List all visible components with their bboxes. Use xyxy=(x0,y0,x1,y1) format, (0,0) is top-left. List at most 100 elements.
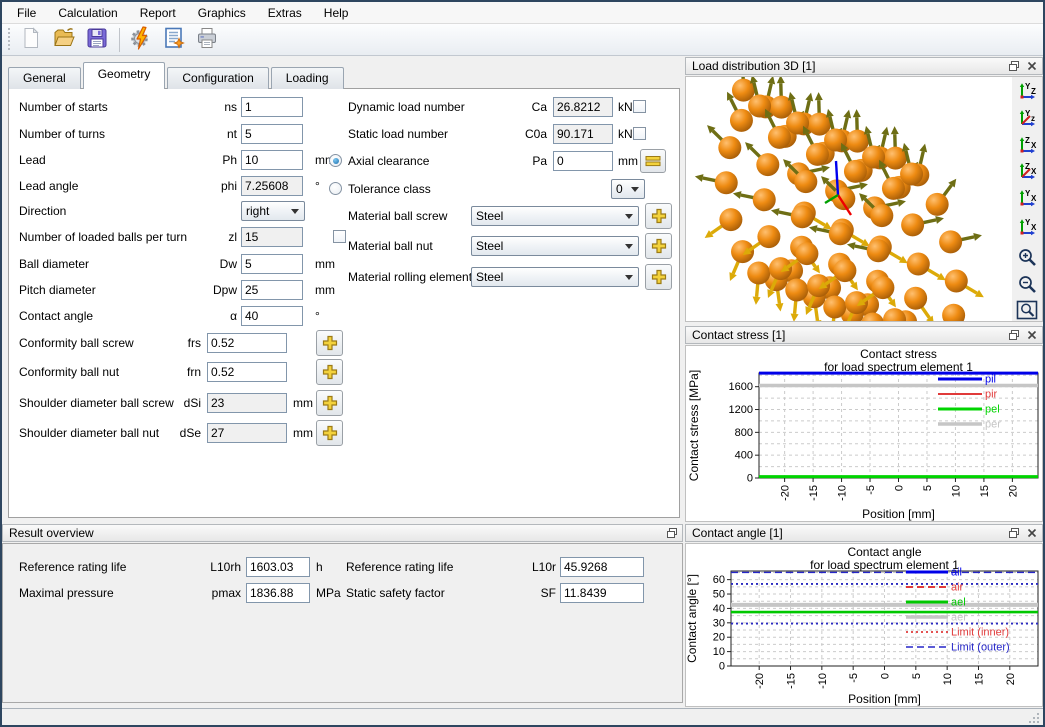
field-label: Material ball nut xyxy=(348,239,433,253)
float-icon[interactable] xyxy=(664,526,680,540)
float-icon[interactable] xyxy=(1006,526,1022,540)
tab-general[interactable]: General xyxy=(8,67,81,89)
view-zy-icon[interactable]: Yz xyxy=(1015,108,1039,131)
unit-label: mm xyxy=(293,396,313,410)
menu-file[interactable]: File xyxy=(8,4,45,22)
svg-text:-20: -20 xyxy=(754,673,766,689)
plus-button-conformity-ball-screw[interactable] xyxy=(316,330,343,356)
view-yz-icon[interactable]: YZ xyxy=(1015,81,1039,104)
svg-text:X: X xyxy=(1031,194,1037,203)
svg-text:400: 400 xyxy=(735,450,753,462)
result-l10rh[interactable] xyxy=(246,557,310,577)
unit-label: h xyxy=(316,560,323,574)
symbol-label: SF xyxy=(508,586,556,600)
plus-button-material-ball-nut[interactable] xyxy=(645,233,672,259)
float-icon[interactable] xyxy=(1006,59,1022,73)
field-label: Tolerance class xyxy=(348,182,431,196)
menu-calculation[interactable]: Calculation xyxy=(49,4,126,22)
svg-text:for load spectrum element 1: for load spectrum element 1 xyxy=(810,558,959,572)
input-contact-angle[interactable] xyxy=(241,306,303,326)
svg-text:Contact angle: Contact angle xyxy=(847,545,921,559)
menubar: FileCalculation ReportGraphicsExtrasHelp xyxy=(2,2,1043,24)
form-row-conformity-ball-nut: Conformity ball nutfrn xyxy=(9,362,679,382)
clearance-bars-icon xyxy=(645,154,661,168)
input-static-load-number[interactable] xyxy=(553,124,613,144)
radio-tolerance-class[interactable] xyxy=(329,182,342,195)
svg-text:Contact stress: Contact stress xyxy=(860,347,937,361)
select-tolerance-class[interactable]: 0 xyxy=(611,179,645,199)
input-dynamic-load-number[interactable] xyxy=(553,97,613,117)
menu-help[interactable]: Help xyxy=(315,4,358,22)
chevron-down-icon xyxy=(625,244,633,249)
svg-text:z: z xyxy=(1031,114,1035,123)
close-icon[interactable] xyxy=(1024,59,1040,73)
input-axial-clearance[interactable] xyxy=(553,151,613,171)
save-file-button[interactable] xyxy=(83,26,111,54)
svg-text:10: 10 xyxy=(713,646,725,658)
blank-page-icon xyxy=(19,26,43,53)
zoom-out-icon[interactable] xyxy=(1015,274,1039,297)
result-pmax[interactable] xyxy=(246,583,310,603)
load3d-viewport[interactable] xyxy=(685,76,1043,322)
svg-text:0: 0 xyxy=(894,485,906,491)
input-conformity-ball-screw[interactable] xyxy=(207,333,287,353)
view-xz-icon[interactable]: ZX xyxy=(1015,161,1039,184)
input-shoulder-diameter-ball-screw[interactable] xyxy=(207,393,287,413)
zoom-fit-icon[interactable] xyxy=(1015,298,1039,321)
view-yx-icon[interactable]: YX xyxy=(1015,188,1039,211)
chevron-down-icon xyxy=(631,187,639,192)
zoom-in-icon[interactable] xyxy=(1015,247,1039,270)
tab-loading[interactable]: Loading xyxy=(271,67,344,89)
svg-text:Z: Z xyxy=(1025,162,1030,171)
input-shoulder-diameter-ball-nut[interactable] xyxy=(207,423,287,443)
radio-axial-clearance[interactable] xyxy=(329,154,342,167)
unit-label: kN xyxy=(618,100,633,114)
svg-text:Position [mm]: Position [mm] xyxy=(848,692,921,706)
resize-grip-icon[interactable] xyxy=(1029,711,1041,723)
checkbox-dynamic-load-number[interactable] xyxy=(633,100,646,113)
input-conformity-ball-nut[interactable] xyxy=(207,362,287,382)
tab-configuration[interactable]: Configuration xyxy=(167,67,268,89)
toolbar-grip[interactable] xyxy=(8,28,10,52)
unit-label: MPa xyxy=(316,586,341,600)
plus-button-conformity-ball-nut[interactable] xyxy=(316,359,343,385)
select-material-rolling-element[interactable]: Steel xyxy=(471,267,639,287)
open-folder-icon xyxy=(52,26,76,53)
close-icon[interactable] xyxy=(1024,328,1040,342)
plus-button-material-rolling-element[interactable] xyxy=(645,264,672,290)
result-l10r[interactable] xyxy=(560,557,644,577)
menu-extras[interactable]: Extras xyxy=(259,4,311,22)
axial-clearance-options-button[interactable] xyxy=(640,149,666,173)
svg-text:0: 0 xyxy=(880,673,892,679)
plus-button-material-ball-screw[interactable] xyxy=(645,203,672,229)
view-xy-icon[interactable]: YX xyxy=(1015,216,1039,239)
print-button[interactable] xyxy=(193,26,221,54)
plus-icon xyxy=(650,268,668,286)
view-zx-icon[interactable]: ZX xyxy=(1015,134,1039,157)
report-button[interactable] xyxy=(160,26,188,54)
new-file-button[interactable] xyxy=(17,26,45,54)
svg-text:60: 60 xyxy=(713,574,725,586)
checkbox-static-load-number[interactable] xyxy=(633,127,646,140)
field-label: Static load number xyxy=(348,127,448,141)
plus-button-shoulder-diameter-ball-nut[interactable] xyxy=(316,420,343,446)
svg-text:10: 10 xyxy=(950,485,962,497)
symbol-label: L10r xyxy=(508,560,556,574)
calculate-button[interactable] xyxy=(127,26,155,54)
select-material-ball-screw[interactable]: Steel xyxy=(471,206,639,226)
tab-geometry[interactable]: Geometry xyxy=(83,62,166,89)
plus-button-shoulder-diameter-ball-screw[interactable] xyxy=(316,390,343,416)
menu-report[interactable]: Report xyxy=(131,4,185,22)
result-row: Maximal pressurepmaxMPaStatic safety fac… xyxy=(3,583,682,603)
close-icon[interactable] xyxy=(1024,526,1040,540)
symbol-label: dSe xyxy=(129,426,201,440)
chevron-down-icon xyxy=(625,214,633,219)
load3d-title: Load distribution 3D [1] xyxy=(686,59,1006,73)
select-material-ball-nut[interactable]: Steel xyxy=(471,236,639,256)
result-sf[interactable] xyxy=(560,583,644,603)
open-file-button[interactable] xyxy=(50,26,78,54)
select-value: Steel xyxy=(472,239,625,253)
float-icon[interactable] xyxy=(1006,328,1022,342)
form-row-shoulder-diameter-ball-screw: Shoulder diameter ball screwdSimm xyxy=(9,393,679,413)
menu-graphics[interactable]: Graphics xyxy=(189,4,255,22)
